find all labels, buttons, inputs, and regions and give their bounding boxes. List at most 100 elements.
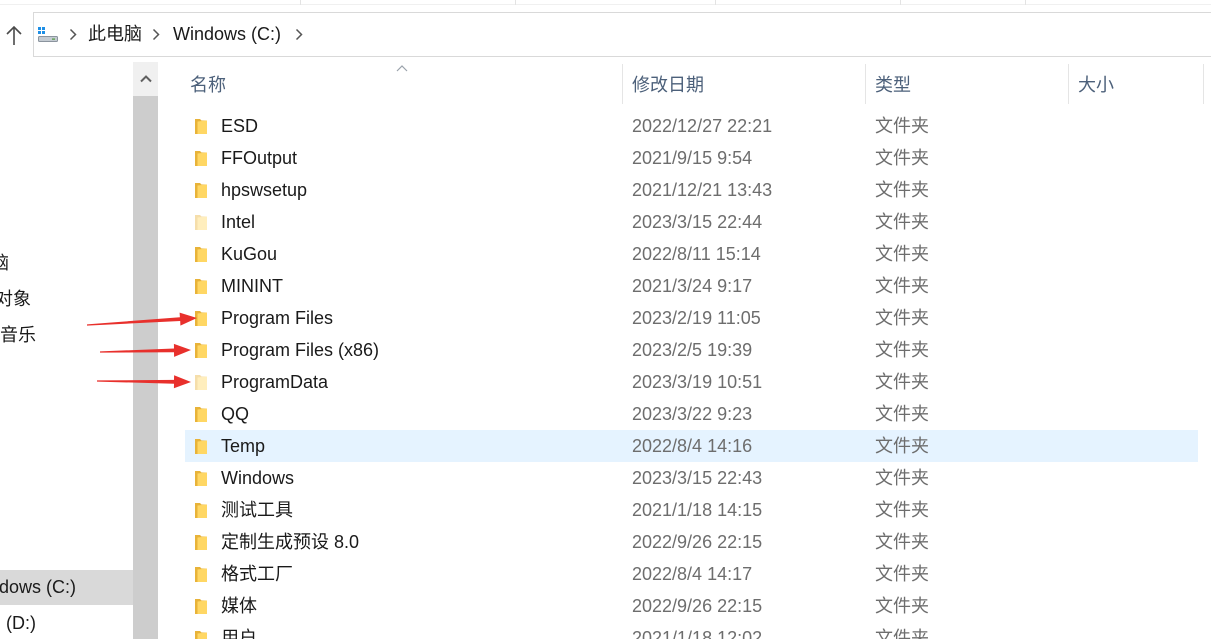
- nav-item-drive-d[interactable]: (D:): [0, 606, 133, 639]
- column-header-label: 修改日期: [632, 75, 704, 95]
- file-modified-date: 2023/2/5 19:39: [632, 340, 753, 360]
- file-type: 文件夹: [875, 500, 929, 520]
- chevron-right-icon[interactable]: [152, 28, 160, 41]
- file-name: Temp: [221, 436, 266, 456]
- file-name: KuGou: [221, 244, 278, 264]
- file-modified-date: 2021/1/18 14:15: [632, 500, 763, 520]
- folder-icon: [195, 567, 207, 582]
- file-name: 用户: [221, 628, 257, 639]
- file-row[interactable]: Intel 2023/3/15 22:44 文件夹: [185, 206, 1198, 238]
- folder-icon: [195, 439, 207, 454]
- file-type: 文件夹: [875, 212, 929, 232]
- column-resize-handle[interactable]: [1203, 64, 1204, 104]
- file-type: 文件夹: [875, 436, 929, 456]
- ribbon-separator: [515, 0, 516, 5]
- file-row[interactable]: hpswsetup 2021/12/21 13:43 文件夹: [185, 174, 1198, 206]
- file-row[interactable]: Program Files 2023/2/19 11:05 文件夹: [185, 302, 1198, 334]
- file-row[interactable]: MININT 2021/3/24 9:17 文件夹: [185, 270, 1198, 302]
- folder-icon: [195, 631, 207, 639]
- file-type: 文件夹: [875, 116, 929, 136]
- file-row[interactable]: FFOutput 2021/9/15 9:54 文件夹: [185, 142, 1198, 174]
- file-row[interactable]: 测试工具 2021/1/18 14:15 文件夹: [185, 494, 1198, 526]
- folder-icon: [195, 599, 207, 614]
- file-name: ESD: [221, 116, 259, 136]
- folder-icon: [195, 311, 207, 326]
- file-row[interactable]: QQ 2023/3/22 9:23 文件夹: [185, 398, 1198, 430]
- file-row[interactable]: Temp 2022/8/4 14:16 文件夹: [185, 430, 1198, 462]
- scrollbar-thumb[interactable]: [133, 96, 158, 639]
- nav-item-music[interactable]: 音乐: [0, 318, 133, 353]
- file-type: 文件夹: [875, 596, 929, 616]
- file-modified-date: 2021/12/21 13:43: [632, 180, 773, 200]
- file-list: ESD 2022/12/27 22:21 文件夹 FFOutput 2021/9/15 …: [185, 110, 1198, 639]
- chevron-up-icon: [139, 74, 152, 82]
- chevron-right-icon[interactable]: [295, 28, 303, 41]
- ribbon-separator: [900, 0, 901, 5]
- file-name: 测试工具: [221, 500, 293, 520]
- file-name: Windows: [221, 468, 295, 488]
- file-name: hpswsetup: [221, 180, 308, 200]
- file-type: 文件夹: [875, 308, 929, 328]
- file-row[interactable]: ProgramData 2023/3/19 10:51 文件夹: [185, 366, 1198, 398]
- folder-icon: [195, 407, 207, 422]
- column-header-date-modified[interactable]: 修改日期: [623, 64, 865, 104]
- nav-item-drive-c[interactable]: dows (C:): [0, 570, 133, 605]
- file-type: 文件夹: [875, 468, 929, 488]
- file-modified-date: 2023/3/15 22:44: [632, 212, 763, 232]
- file-modified-date: 2022/9/26 22:15: [632, 596, 763, 616]
- file-name: Program Files: [221, 308, 334, 328]
- nav-item-this-pc[interactable]: 脑: [0, 246, 133, 281]
- file-name: Intel: [221, 212, 256, 232]
- file-row[interactable]: 用户 2021/1/18 12:02 文件夹: [185, 622, 1198, 639]
- breadcrumb-windows-c[interactable]: Windows (C:): [173, 13, 281, 56]
- folder-icon: [195, 503, 207, 518]
- file-modified-date: 2021/1/18 12:02: [632, 628, 763, 639]
- file-name: FFOutput: [221, 148, 298, 168]
- file-modified-date: 2022/8/11 15:14: [632, 244, 761, 264]
- folder-icon: [195, 535, 207, 550]
- column-header-name[interactable]: 名称: [160, 64, 622, 104]
- file-modified-date: 2023/2/19 11:05: [632, 308, 761, 328]
- file-name: ProgramData: [221, 372, 329, 392]
- nav-item-3d-objects[interactable]: 对象: [0, 282, 133, 317]
- column-header-label: 类型: [875, 75, 911, 95]
- arrow-up-icon: [6, 25, 22, 45]
- file-modified-date: 2021/3/24 9:17: [632, 276, 753, 296]
- file-row[interactable]: ESD 2022/12/27 22:21 文件夹: [185, 110, 1198, 142]
- file-type: 文件夹: [875, 564, 929, 584]
- folder-icon: [195, 119, 207, 134]
- file-row[interactable]: 定制生成预设 8.0 2022/9/26 22:15 文件夹: [185, 526, 1198, 558]
- file-modified-date: 2023/3/19 10:51: [632, 372, 763, 392]
- address-bar[interactable]: 此电脑 Windows (C:): [33, 12, 1211, 57]
- sort-ascending-icon: [396, 65, 408, 72]
- nav-scrollbar[interactable]: [133, 62, 158, 639]
- file-modified-date: 2021/9/15 9:54: [632, 148, 753, 168]
- column-header-type[interactable]: 类型: [866, 64, 1068, 104]
- file-name: 媒体: [221, 596, 257, 616]
- file-row[interactable]: KuGou 2022/8/11 15:14 文件夹: [185, 238, 1198, 270]
- column-header-size[interactable]: 大小: [1069, 64, 1203, 104]
- file-explorer-window: 此电脑 Windows (C:) 脑 对象 音乐 dows (C:) (D:) …: [0, 0, 1211, 639]
- file-name: 格式工厂: [221, 564, 293, 584]
- file-name: MININT: [221, 276, 283, 296]
- file-type: 文件夹: [875, 244, 929, 264]
- file-type: 文件夹: [875, 180, 929, 200]
- file-type: 文件夹: [875, 404, 929, 424]
- file-row[interactable]: 媒体 2022/9/26 22:15 文件夹: [185, 590, 1198, 622]
- breadcrumb-this-pc[interactable]: 此电脑: [88, 13, 142, 56]
- chevron-right-icon[interactable]: [69, 28, 77, 41]
- scroll-up-button[interactable]: [133, 62, 158, 94]
- file-row[interactable]: 格式工厂 2022/8/4 14:17 文件夹: [185, 558, 1198, 590]
- file-modified-date: 2023/3/15 22:43: [632, 468, 763, 488]
- folder-icon: [195, 183, 207, 198]
- file-type: 文件夹: [875, 276, 929, 296]
- file-type: 文件夹: [875, 340, 929, 360]
- up-one-level-button[interactable]: [3, 23, 25, 48]
- folder-icon: [195, 215, 207, 230]
- ribbon-separator: [715, 0, 716, 5]
- folder-icon: [195, 151, 207, 166]
- file-row[interactable]: Program Files (x86) 2023/2/5 19:39 文件夹: [185, 334, 1198, 366]
- folder-icon: [195, 343, 207, 358]
- folder-icon: [195, 375, 207, 390]
- file-row[interactable]: Windows 2023/3/15 22:43 文件夹: [185, 462, 1198, 494]
